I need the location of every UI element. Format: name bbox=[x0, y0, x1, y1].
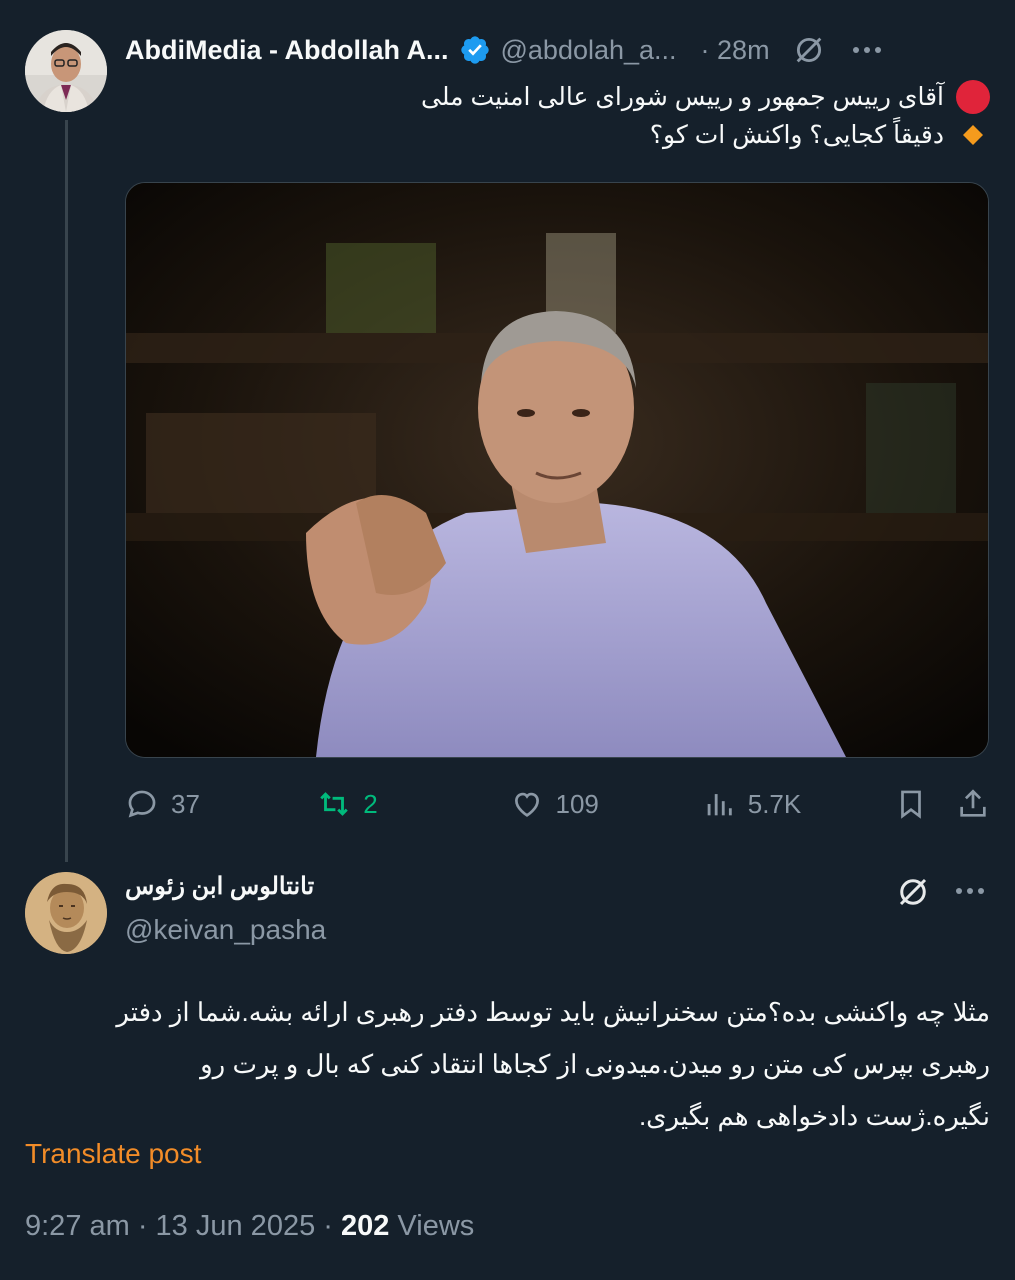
tweet-time[interactable]: · 28m bbox=[701, 35, 770, 66]
reply-author-name[interactable]: تانتالوس ابن زئوس bbox=[125, 872, 314, 901]
tweet-media-image[interactable] bbox=[125, 182, 989, 758]
tweet-text: آقای رییس جمهور و رییس شورای عالی امنیت … bbox=[125, 78, 990, 154]
more-options-icon[interactable] bbox=[852, 45, 882, 55]
author-avatar[interactable] bbox=[25, 30, 107, 112]
author-handle[interactable]: @abdolah_a... bbox=[501, 35, 677, 66]
views-chart-icon bbox=[702, 787, 736, 821]
reply-icon bbox=[125, 787, 159, 821]
photo-illustration bbox=[126, 183, 988, 757]
heart-icon bbox=[510, 787, 544, 821]
share-icon[interactable] bbox=[956, 787, 990, 821]
reply-text-line: رهبری بپرس کی متن رو میدن.میدونی از کجاه… bbox=[200, 1049, 990, 1079]
repost-count: 2 bbox=[363, 788, 378, 819]
tweet-line-text: دقیقاً کجایی؟ واکنش ات کو؟ bbox=[649, 121, 944, 149]
reply-text: مثلا چه واکنشی بده؟متن سخنرانیش باید توس… bbox=[25, 986, 990, 1142]
repost-icon bbox=[317, 787, 351, 821]
reply-text-line: نگیره.ژست دادخواهی هم بگیری. bbox=[638, 1101, 990, 1131]
verified-badge-icon bbox=[459, 34, 491, 66]
reply-views-label: Views bbox=[389, 1210, 475, 1242]
reply-author-avatar[interactable] bbox=[25, 872, 107, 954]
tweet-text-line-2: دقیقاً کجایی؟ واکنش ات کو؟ bbox=[125, 116, 990, 154]
thread-connector-line bbox=[65, 120, 68, 862]
translate-post-link[interactable]: Translate post bbox=[25, 1138, 201, 1170]
tweet-line-text: آقای رییس جمهور و رییس شورای عالی امنیت … bbox=[421, 83, 944, 111]
reply-text-line: مثلا چه واکنشی بده؟متن سخنرانیش باید توس… bbox=[116, 997, 990, 1027]
reply-author-handle[interactable]: @keivan_pasha bbox=[125, 914, 326, 946]
grok-icon[interactable] bbox=[792, 33, 826, 67]
tweet-header: AbdiMedia - Abdollah A... @abdolah_a... … bbox=[125, 30, 995, 70]
reply-button[interactable]: 37 bbox=[125, 787, 255, 821]
action-bar: 37 2 109 5.7K bbox=[125, 780, 990, 828]
reply-timestamp[interactable]: 9:27 am · 13 Jun 2025 · bbox=[25, 1210, 341, 1242]
views-button[interactable]: 5.7K bbox=[702, 787, 832, 821]
orange-diamond-icon bbox=[956, 118, 990, 152]
reply-views-count: 202 bbox=[340, 1210, 390, 1242]
like-count: 109 bbox=[555, 788, 599, 819]
repost-button[interactable]: 2 bbox=[317, 787, 447, 821]
reply-grok-icon[interactable] bbox=[895, 874, 931, 910]
reply-meta: 9:27 am · 13 Jun 2025 · 202 Views bbox=[25, 1210, 474, 1243]
author-name[interactable]: AbdiMedia - Abdollah A... bbox=[125, 35, 449, 66]
reply-count: 37 bbox=[171, 788, 200, 819]
bookmark-icon[interactable] bbox=[894, 787, 928, 821]
views-count: 5.7K bbox=[747, 788, 802, 819]
tweet-text-line-1: آقای رییس جمهور و رییس شورای عالی امنیت … bbox=[125, 78, 990, 116]
red-circle-icon bbox=[956, 80, 990, 114]
reply-more-options-icon[interactable] bbox=[955, 886, 985, 896]
like-button[interactable]: 109 bbox=[510, 787, 640, 821]
action-bar-right bbox=[894, 787, 990, 821]
